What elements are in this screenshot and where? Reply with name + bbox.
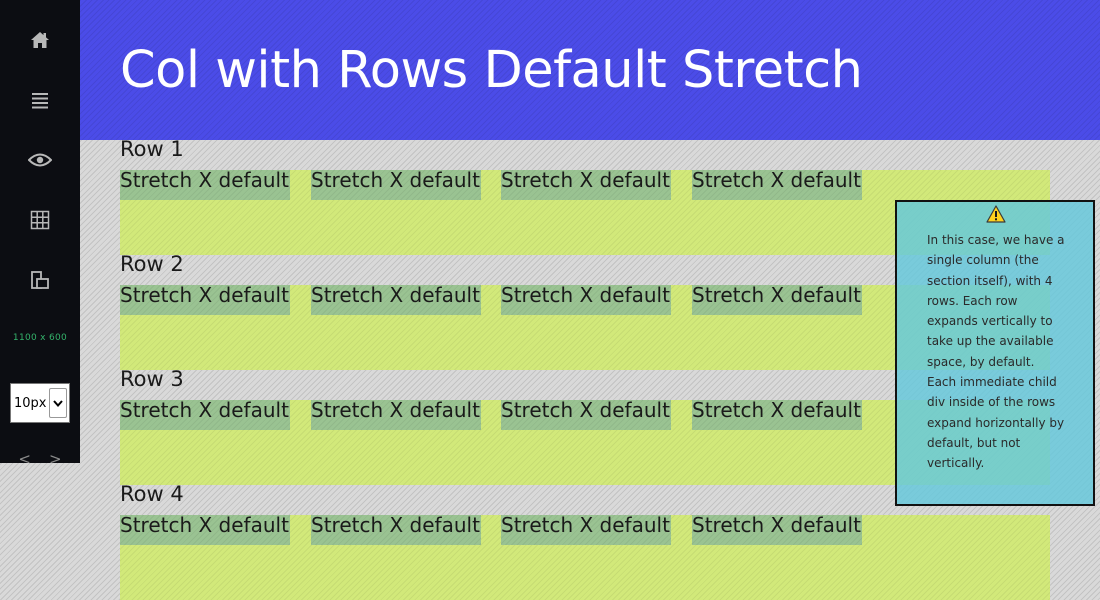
stretch-cell: Stretch X default	[120, 400, 290, 430]
menu-button[interactable]	[0, 70, 80, 130]
layout-button[interactable]	[0, 250, 80, 310]
view-button[interactable]	[0, 130, 80, 190]
grid-button[interactable]	[0, 190, 80, 250]
dimensions-label: 1100 x 600	[12, 333, 68, 343]
next-arrow-button[interactable]: >	[49, 450, 62, 468]
info-tooltip: In this case, we have a single column (t…	[895, 200, 1095, 506]
gap-select[interactable]: 10px	[10, 383, 70, 423]
menu-icon	[32, 93, 48, 109]
grid-icon	[30, 210, 50, 230]
home-button[interactable]	[0, 10, 80, 70]
chevron-down-icon[interactable]	[49, 388, 67, 418]
row-label: Row 1	[120, 137, 184, 161]
stretch-cell: Stretch X default	[692, 170, 862, 200]
stretch-cell: Stretch X default	[692, 285, 862, 315]
stretch-cell: Stretch X default	[501, 400, 671, 430]
home-icon	[31, 32, 49, 48]
stretch-cell: Stretch X default	[501, 515, 671, 545]
nav-arrows: < >	[0, 450, 80, 468]
stretch-cell: Stretch X default	[120, 515, 290, 545]
stretch-cell: Stretch X default	[120, 170, 290, 200]
stretch-cell: Stretch X default	[311, 170, 481, 200]
page-header: Col with Rows Default Stretch	[80, 0, 1100, 140]
layout-icon	[31, 271, 49, 289]
row-label: Row 4	[120, 482, 184, 506]
stretch-cell: Stretch X default	[311, 515, 481, 545]
sidebar: 1100 x 600 10px < >	[0, 0, 80, 468]
row-label: Row 2	[120, 252, 184, 276]
gap-select-value: 10px	[14, 395, 47, 411]
eye-icon	[28, 153, 52, 167]
warning-icon	[986, 205, 1006, 223]
stretch-cell: Stretch X default	[692, 400, 862, 430]
stretch-cell: Stretch X default	[311, 400, 481, 430]
stretch-cell: Stretch X default	[120, 285, 290, 315]
stretch-cell: Stretch X default	[501, 285, 671, 315]
row-container: Stretch X default Stretch X default Stre…	[120, 515, 1050, 600]
stretch-cell: Stretch X default	[501, 170, 671, 200]
row-label: Row 3	[120, 367, 184, 391]
info-text: In this case, we have a single column (t…	[927, 233, 1065, 471]
page-title: Col with Rows Default Stretch	[120, 41, 863, 100]
prev-arrow-button[interactable]: <	[18, 450, 31, 468]
stretch-cell: Stretch X default	[311, 285, 481, 315]
stretch-cell: Stretch X default	[692, 515, 862, 545]
